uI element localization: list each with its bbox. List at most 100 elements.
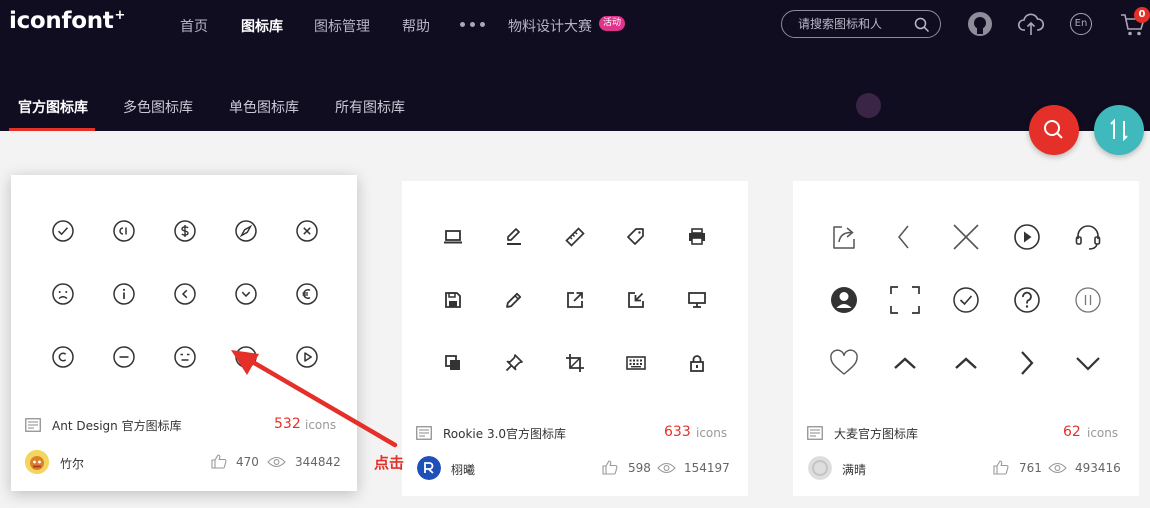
github-icon[interactable] xyxy=(967,11,993,37)
views-eye-icon xyxy=(1048,462,1067,474)
crop-icon xyxy=(565,353,584,372)
pause-circle-icon xyxy=(1074,286,1101,313)
tab-multicolor-library[interactable]: 多色图标库 xyxy=(123,97,193,117)
chevron-left-icon xyxy=(897,225,909,248)
tag-icon xyxy=(626,227,644,245)
view-count: 344842 xyxy=(295,455,341,469)
decorative-dot xyxy=(856,93,881,118)
close-circle-icon xyxy=(295,219,318,242)
info-circle-icon xyxy=(112,282,135,305)
view-count: 493416 xyxy=(1075,461,1121,475)
library-name[interactable]: Rookie 3.0官方图标库 xyxy=(443,425,566,442)
author-name[interactable]: 栩曦 xyxy=(451,461,475,478)
copyright-icon xyxy=(51,345,74,368)
question-circle-icon xyxy=(1013,286,1040,313)
like-icon[interactable] xyxy=(211,454,227,469)
like-count: 598 xyxy=(628,461,651,475)
euro-circle-icon xyxy=(295,282,318,305)
copyright-circle-icon xyxy=(112,219,135,242)
nav-icon-library[interactable]: 图标库 xyxy=(241,16,283,36)
floating-search-button[interactable] xyxy=(1029,105,1079,155)
share-icon xyxy=(832,225,855,249)
nav-home[interactable]: 首页 xyxy=(180,16,208,36)
library-icon xyxy=(25,418,41,432)
meh-icon xyxy=(173,345,196,368)
tab-all-library[interactable]: 所有图标库 xyxy=(335,97,405,117)
search-icon xyxy=(1044,120,1063,139)
cart-count-badge: 0 xyxy=(1134,7,1150,23)
import-icon xyxy=(627,291,644,308)
edit-underline-icon xyxy=(506,227,521,245)
export-icon xyxy=(566,291,583,308)
laptop-icon xyxy=(443,229,462,243)
like-count: 470 xyxy=(236,455,259,469)
search-box xyxy=(781,10,941,38)
active-tab-indicator xyxy=(9,128,95,131)
nav-icon-manage[interactable]: 图标管理 xyxy=(314,16,370,36)
library-card-damai[interactable]: 大麦官方图标库 62 icons 满晴 761 493416 xyxy=(793,181,1139,496)
copy-icon xyxy=(444,354,460,370)
iconfont-logo[interactable]: iconfont+ xyxy=(9,8,125,34)
tab-monochrome-library[interactable]: 单色图标库 xyxy=(229,97,299,117)
frown-icon xyxy=(51,282,74,305)
icon-count-unit: icons xyxy=(1087,426,1119,440)
search-input[interactable] xyxy=(798,15,910,33)
chevron-up-icon xyxy=(954,356,977,369)
tab-official-library[interactable]: 官方图标库 xyxy=(18,97,88,117)
check-circle-icon xyxy=(952,286,979,313)
lock-icon xyxy=(689,354,704,372)
play-circle-icon xyxy=(1013,223,1040,250)
library-name[interactable]: Ant Design 官方图标库 xyxy=(52,417,182,434)
floating-sort-button[interactable] xyxy=(1094,105,1144,155)
avatar[interactable] xyxy=(417,456,441,480)
avatar[interactable] xyxy=(808,456,832,480)
chevron-down-icon xyxy=(1075,356,1100,371)
heart-icon xyxy=(829,348,858,375)
author-name[interactable]: 竹尔 xyxy=(60,455,84,472)
user-circle-icon xyxy=(830,286,857,313)
icon-preview-grid xyxy=(422,205,727,394)
printer-icon xyxy=(688,227,705,245)
down-circle-icon xyxy=(234,282,257,305)
library-card-rookie[interactable]: Rookie 3.0官方图标库 633 icons 栩曦 598 154197 xyxy=(402,181,748,496)
like-icon[interactable] xyxy=(602,460,618,475)
more-nav-icon[interactable] xyxy=(460,22,485,27)
annotation-arrow xyxy=(231,350,398,448)
avatar[interactable] xyxy=(25,450,49,474)
author-name[interactable]: 满晴 xyxy=(842,461,866,478)
chevron-right-icon xyxy=(1020,350,1033,375)
minus-circle-icon xyxy=(112,345,135,368)
library-icon xyxy=(416,426,432,440)
dollar-circle-icon xyxy=(173,219,196,242)
views-eye-icon xyxy=(267,456,286,468)
views-eye-icon xyxy=(657,462,676,474)
nav-help[interactable]: 帮助 xyxy=(402,16,430,36)
pin-icon xyxy=(505,353,523,371)
library-icon xyxy=(807,426,823,440)
search-icon[interactable] xyxy=(914,17,930,33)
click-annotation-label: 点击 xyxy=(374,454,405,472)
icon-count-unit: icons xyxy=(696,426,728,440)
save-icon xyxy=(444,291,461,308)
check-circle-icon xyxy=(51,219,74,242)
upload-cloud-icon[interactable] xyxy=(1017,11,1045,37)
view-count: 154197 xyxy=(684,461,730,475)
avatar-image xyxy=(25,450,49,474)
icon-count: 62 xyxy=(1063,424,1081,440)
sort-icon xyxy=(1110,118,1128,142)
language-switch[interactable]: En xyxy=(1070,13,1092,35)
icon-count: 633 xyxy=(664,424,691,440)
icon-preview-grid xyxy=(813,205,1118,394)
close-icon xyxy=(952,223,979,250)
avatar-image xyxy=(808,456,832,480)
like-count: 761 xyxy=(1019,461,1042,475)
monitor-icon xyxy=(687,291,706,308)
scan-icon xyxy=(889,285,920,314)
top-header: iconfont+ 首页 图标库 图标管理 帮助 物料设计大赛 活动 En 0 … xyxy=(0,0,1150,131)
compass-icon xyxy=(234,219,257,242)
headset-icon xyxy=(1075,224,1100,250)
chevron-up-icon xyxy=(893,356,916,369)
like-icon[interactable] xyxy=(993,460,1009,475)
nav-design-contest[interactable]: 物料设计大赛 xyxy=(508,16,592,36)
library-name[interactable]: 大麦官方图标库 xyxy=(834,425,918,442)
